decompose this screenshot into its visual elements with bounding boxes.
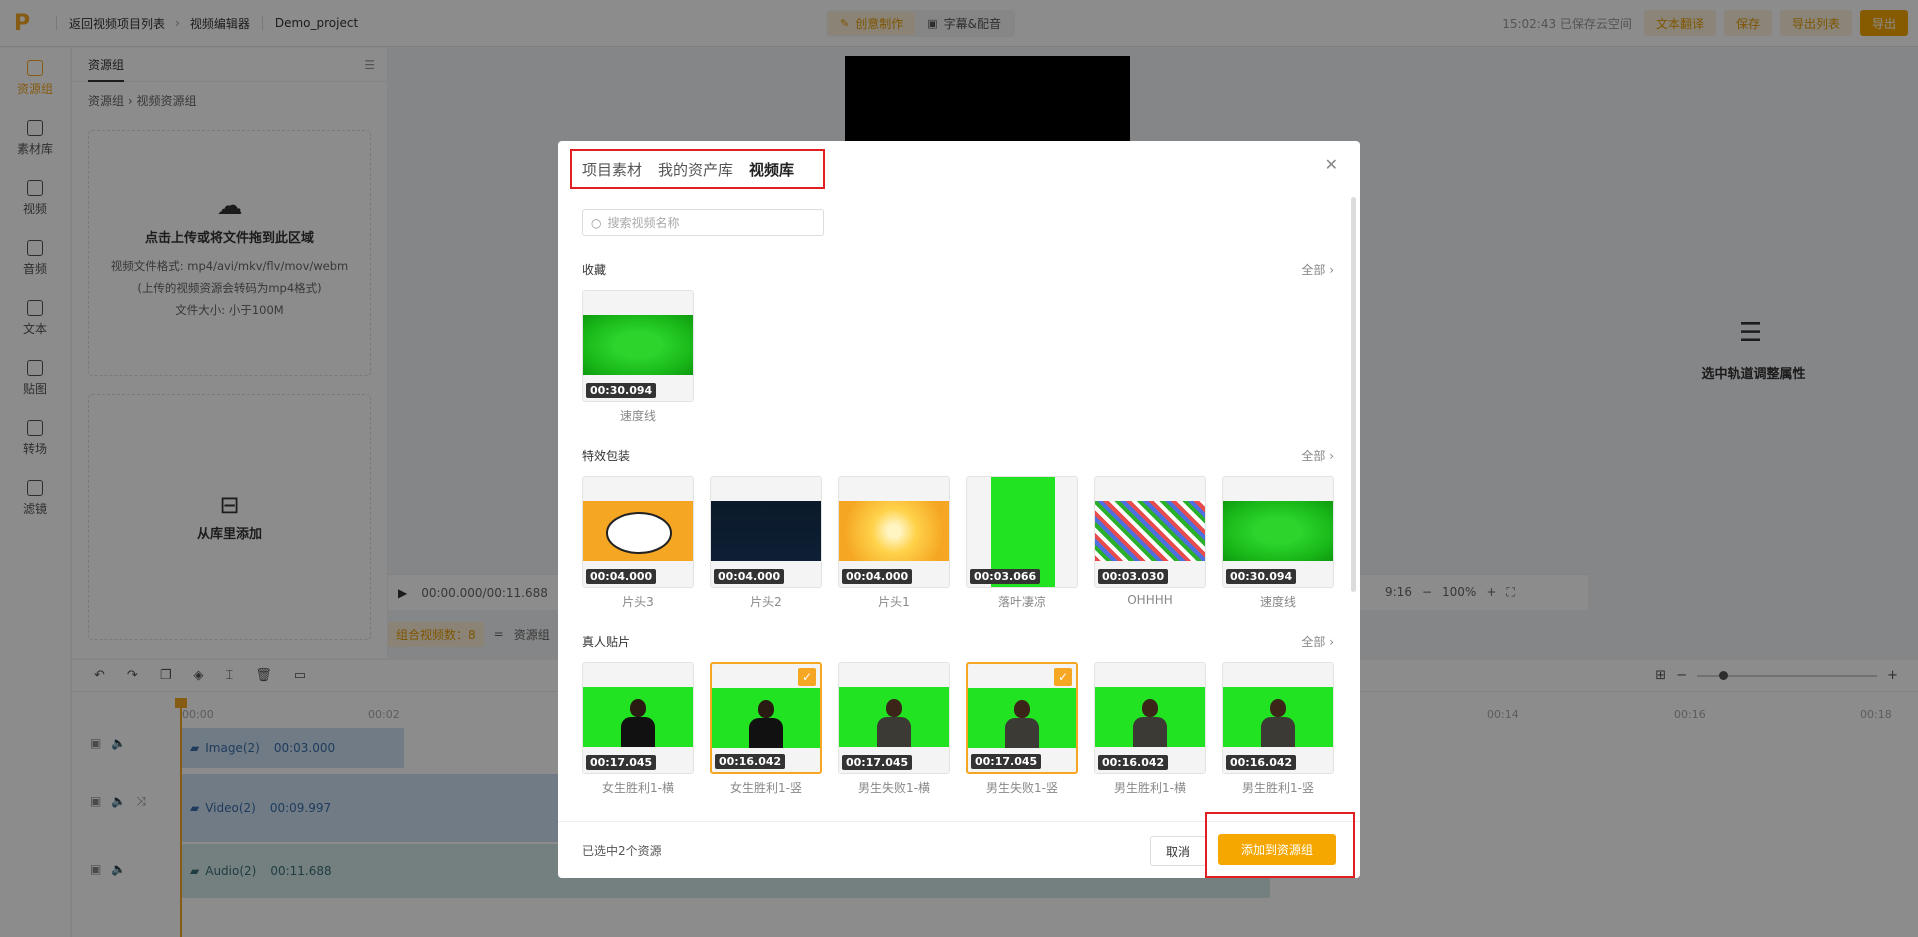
thumbnail xyxy=(1223,687,1333,747)
video-card[interactable]: ✓ 00:17.045 男生失败1-竖 xyxy=(966,662,1078,796)
video-card[interactable]: 00:03.066 落叶凄凉 xyxy=(966,476,1078,610)
video-card[interactable]: 00:04.000 片头3 xyxy=(582,476,694,610)
video-name: 片头1 xyxy=(878,595,910,609)
video-card[interactable]: 00:16.042 男生胜利1-横 xyxy=(1094,662,1206,796)
duration-badge: 00:17.045 xyxy=(971,754,1042,769)
video-card[interactable]: 00:17.045 男生失败1-横 xyxy=(838,662,950,796)
duration-badge: 00:04.000 xyxy=(842,569,913,584)
thumbnail xyxy=(583,687,693,747)
video-name: 片头3 xyxy=(622,595,654,609)
view-all-link[interactable]: 全部 › xyxy=(1301,261,1334,278)
video-card[interactable]: 00:16.042 男生胜利1-竖 xyxy=(1222,662,1334,796)
video-card[interactable]: ✓ 00:16.042 女生胜利1-竖 xyxy=(710,662,822,796)
search-placeholder: 搜索视频名称 xyxy=(607,216,680,230)
video-card[interactable]: 00:04.000 片头2 xyxy=(710,476,822,610)
duration-badge: 00:30.094 xyxy=(1226,569,1297,584)
video-card[interactable]: 00:04.000 片头1 xyxy=(838,476,950,610)
search-input[interactable]: ○ 搜索视频名称 xyxy=(582,209,824,236)
video-name: 男生胜利1-竖 xyxy=(1242,781,1314,795)
duration-badge: 00:03.030 xyxy=(1098,569,1169,584)
selected-count: 已选中2个资源 xyxy=(582,844,662,858)
tab-my-asset-library[interactable]: 我的资产库 xyxy=(658,159,733,180)
checkmark-icon[interactable]: ✓ xyxy=(1054,668,1072,686)
duration-badge: 00:04.000 xyxy=(586,569,657,584)
modal-tabs: 项目素材 我的资产库 视频库 xyxy=(570,149,825,189)
duration-badge: 00:04.000 xyxy=(714,569,785,584)
search-icon: ○ xyxy=(591,215,602,230)
person-figure xyxy=(877,699,911,747)
person-figure xyxy=(1005,700,1039,748)
thumbnail xyxy=(968,688,1076,748)
video-name: 女生胜利1-横 xyxy=(602,781,674,795)
thumbnail xyxy=(839,501,949,561)
person-figure xyxy=(1261,699,1295,747)
video-name: 男生失败1-横 xyxy=(858,781,930,795)
view-all-link[interactable]: 全部 › xyxy=(1301,447,1334,464)
thumbnail xyxy=(583,501,693,561)
section-real-people: 真人贴片 全部 › 00:17.045 女生胜利1-横 ✓ 00:16.042 女… xyxy=(582,632,1334,796)
close-icon[interactable]: ✕ xyxy=(1325,155,1338,174)
thumbnail xyxy=(1095,501,1205,561)
video-name: 男生胜利1-横 xyxy=(1114,781,1186,795)
person-figure xyxy=(621,699,655,747)
video-name: 速度线 xyxy=(1259,595,1296,609)
duration-badge: 00:17.045 xyxy=(842,755,913,770)
video-name: 落叶凄凉 xyxy=(997,595,1046,609)
video-name: 男生失败1-竖 xyxy=(986,781,1058,795)
thumbnail xyxy=(583,315,693,375)
video-library-modal: 项目素材 我的资产库 视频库 ✕ ○ 搜索视频名称 收藏 全部 › 00:30.… xyxy=(558,141,1360,878)
video-card[interactable]: 00:17.045 女生胜利1-横 xyxy=(582,662,694,796)
thumbnail xyxy=(711,501,821,561)
thumbnail xyxy=(1223,501,1333,561)
video-card[interactable]: 00:03.030 OHHHH xyxy=(1094,476,1206,610)
thumbnail xyxy=(1095,687,1205,747)
video-name: 片头2 xyxy=(750,595,782,609)
duration-badge: 00:03.066 xyxy=(970,569,1041,584)
video-card[interactable]: 00:30.094 速度线 xyxy=(1222,476,1334,610)
scrollbar[interactable] xyxy=(1351,197,1356,592)
video-name: OHHHH xyxy=(1127,593,1173,607)
cancel-button[interactable]: 取消 xyxy=(1150,836,1206,866)
duration-badge: 00:16.042 xyxy=(715,754,786,769)
video-card[interactable]: 00:30.094 速度线 xyxy=(582,290,694,424)
section-title: 收藏 xyxy=(582,262,607,277)
tab-project-assets[interactable]: 项目素材 xyxy=(582,159,642,180)
person-figure xyxy=(1133,699,1167,747)
section-title: 真人贴片 xyxy=(582,634,631,649)
duration-badge: 00:16.042 xyxy=(1098,755,1169,770)
section-effects: 特效包装 全部 › 00:04.000 片头3 00:04.000 片头2 00… xyxy=(582,446,1334,610)
checkmark-icon[interactable]: ✓ xyxy=(798,668,816,686)
thumbnail xyxy=(712,688,820,748)
add-to-resource-group-button[interactable]: 添加到资源组 xyxy=(1218,834,1336,865)
video-name: 女生胜利1-竖 xyxy=(730,781,802,795)
duration-badge: 00:30.094 xyxy=(586,383,657,398)
duration-badge: 00:16.042 xyxy=(1226,755,1297,770)
duration-badge: 00:17.045 xyxy=(586,755,657,770)
tab-video-library[interactable]: 视频库 xyxy=(749,159,794,180)
view-all-link[interactable]: 全部 › xyxy=(1301,633,1334,650)
video-name: 速度线 xyxy=(619,409,656,423)
person-figure xyxy=(749,700,783,748)
section-title: 特效包装 xyxy=(582,448,631,463)
thumbnail xyxy=(839,687,949,747)
section-favorites: 收藏 全部 › 00:30.094 速度线 xyxy=(582,260,1334,424)
